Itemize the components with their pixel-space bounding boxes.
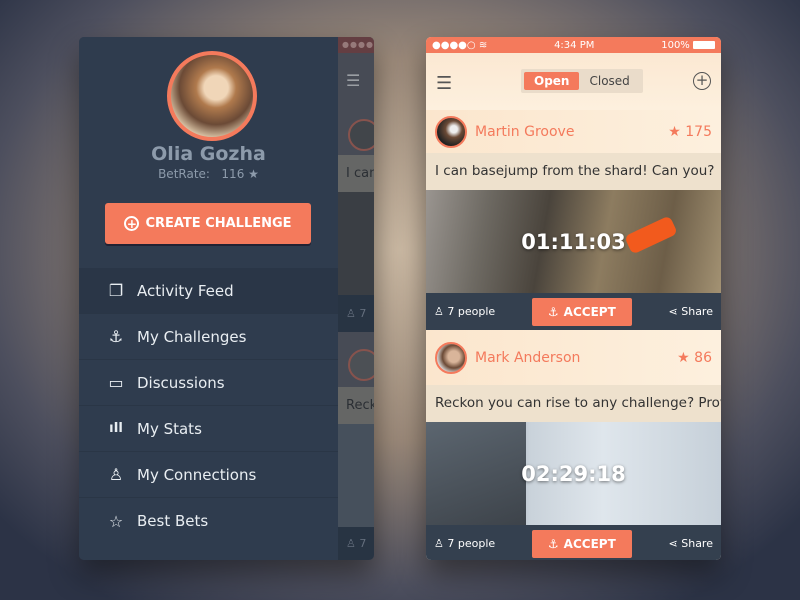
- sidebar-item-label: Activity Feed: [137, 281, 234, 300]
- accept-button[interactable]: ⚓ ACCEPT: [531, 297, 632, 326]
- anchor-icon: ⚓: [547, 304, 559, 319]
- card-header: Mark Anderson ★ 86: [426, 330, 721, 385]
- user-name[interactable]: Mark Anderson: [475, 350, 677, 366]
- grass-area: [426, 422, 526, 525]
- share-icon: ⋖: [668, 537, 678, 550]
- status-time: 4:34 PM: [554, 39, 595, 51]
- sidebar-item-my-stats[interactable]: ıIl My Stats: [79, 406, 338, 452]
- status-bar: ●●●●○ ≋ 4:34 PM 100%: [426, 37, 721, 53]
- card-footer: ♙ 7 people ⚓ ACCEPT ⋖ Share: [426, 525, 721, 560]
- anchor-icon: ⚓: [108, 327, 124, 346]
- betrate-value: 116 ★: [221, 167, 259, 181]
- share-button[interactable]: ⋖ Share: [669, 537, 713, 550]
- sidebar-item-best-bets[interactable]: ☆ Best Bets: [79, 498, 338, 544]
- plus-circle-icon: +: [124, 216, 140, 231]
- sidebar-item-activity-feed[interactable]: ❐ Activity Feed: [79, 268, 338, 314]
- hamburger-icon[interactable]: ☰: [436, 73, 452, 94]
- betrate: BetRate: 116 ★: [79, 167, 338, 181]
- card-header: Martin Groove ★ 175: [426, 110, 721, 153]
- header: ☰ Open Closed +: [426, 53, 721, 110]
- create-challenge-label: CREATE CHALLENGE: [145, 216, 292, 231]
- challenge-card: Martin Groove ★ 175 I can basejump from …: [426, 110, 721, 330]
- sidebar-item-discussions[interactable]: ▭ Discussions: [79, 360, 338, 406]
- sidebar-menu: ❐ Activity Feed ⚓ My Challenges ▭ Discussio…: [79, 268, 338, 544]
- anchor-icon: ⚓: [547, 536, 559, 551]
- avatar[interactable]: [435, 115, 467, 148]
- battery-icon: [693, 40, 715, 49]
- accept-label: ACCEPT: [563, 304, 616, 319]
- add-icon[interactable]: +: [693, 72, 711, 90]
- people-label: 7 people: [447, 305, 496, 318]
- overlay: [338, 37, 374, 560]
- sidebar: Olia Gozha BetRate: 116 ★ + CREATE CHALLE…: [79, 37, 338, 560]
- sidebar-item-label: My Connections: [137, 465, 257, 484]
- signal-dots: ●●●●○: [432, 39, 476, 51]
- card-footer: ♙ 7 people ⚓ ACCEPT ⋖ Share: [426, 293, 721, 330]
- sidebar-item-label: Best Bets: [137, 512, 209, 530]
- user-name[interactable]: Martin Groove: [475, 124, 668, 140]
- challenge-image[interactable]: 02:29:18: [426, 422, 721, 525]
- battery-percent: 100%: [661, 39, 690, 51]
- share-icon: ⋖: [668, 305, 678, 318]
- share-button[interactable]: ⋖ Share: [669, 305, 713, 318]
- sidebar-item-my-connections[interactable]: ♙ My Connections: [79, 452, 338, 498]
- signal-icon: ●●●●○ ≋: [432, 39, 488, 51]
- challenge-text: I can basejump from the shard! Can you?: [426, 153, 721, 190]
- wingsuit-jumper: [624, 215, 678, 255]
- copy-icon: ❐: [108, 281, 124, 300]
- countdown-timer: 01:11:03: [521, 229, 626, 254]
- challenge-card: Mark Anderson ★ 86 Reckon you can rise t…: [426, 330, 721, 560]
- user-name: Olia Gozha: [151, 143, 266, 165]
- speech-bubble-icon: ▭: [108, 373, 124, 392]
- people-label: 7 people: [447, 537, 496, 550]
- feed-phone: ●●●●○ ≋ 4:34 PM 100% ☰ Open Closed + Mar…: [426, 37, 721, 560]
- accept-button[interactable]: ⚓ ACCEPT: [531, 529, 632, 558]
- sidebar-item-my-challenges[interactable]: ⚓ My Challenges: [79, 314, 338, 360]
- create-challenge-button[interactable]: + CREATE CHALLENGE: [105, 203, 311, 244]
- sidebar-item-label: Discussions: [137, 373, 225, 392]
- share-label: Share: [681, 305, 713, 318]
- sidebar-item-label: My Challenges: [137, 327, 247, 346]
- people-count[interactable]: ♙ 7 people: [434, 305, 495, 318]
- people-count[interactable]: ♙ 7 people: [434, 537, 495, 550]
- countdown-timer: 02:29:18: [521, 461, 626, 486]
- sidebar-item-label: My Stats: [137, 419, 202, 438]
- tab-open[interactable]: Open: [524, 72, 580, 90]
- menu-phone: Olia Gozha BetRate: 116 ★ + CREATE CHALLE…: [79, 37, 374, 560]
- feed-peek[interactable]: ●●●● ☰ I can ♙ 7 Reck ♙ 7: [338, 37, 374, 560]
- rating: ★ 175: [668, 123, 712, 140]
- share-label: Share: [681, 537, 713, 550]
- bar-stats-icon: ıIl: [109, 421, 123, 436]
- tab-closed[interactable]: Closed: [579, 72, 639, 90]
- avatar[interactable]: [435, 341, 467, 374]
- segmented-control: Open Closed: [521, 69, 643, 93]
- profile-avatar[interactable]: [167, 51, 257, 141]
- user-icon: ♙: [108, 465, 124, 484]
- challenge-image[interactable]: 01:11:03: [426, 190, 721, 293]
- challenge-text: Reckon you can rise to any challenge? Pr…: [426, 385, 721, 422]
- battery: 100%: [661, 40, 715, 51]
- star-icon: ☆: [108, 511, 124, 531]
- accept-label: ACCEPT: [563, 536, 616, 551]
- betrate-label: BetRate:: [158, 167, 210, 181]
- rating: ★ 86: [677, 349, 712, 366]
